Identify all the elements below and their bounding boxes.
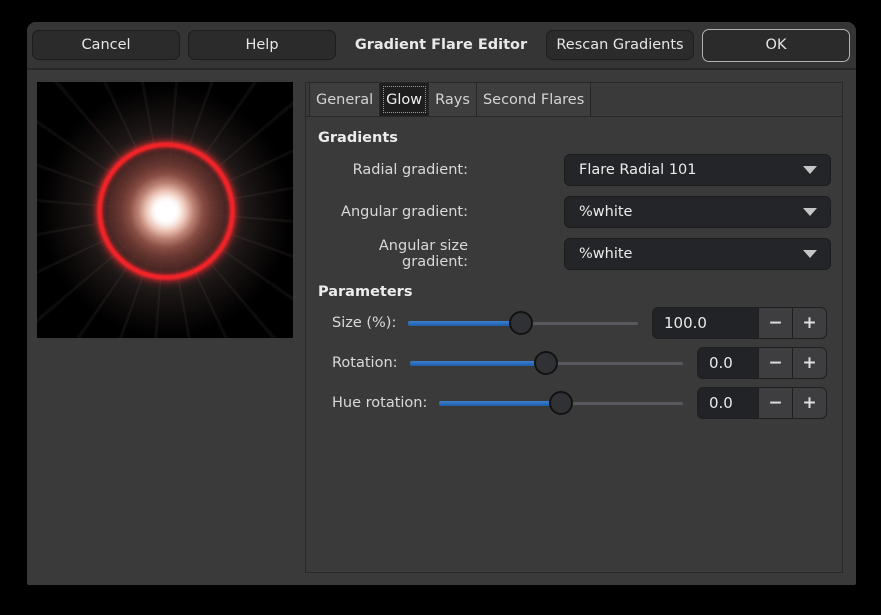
plus-icon: + [802,313,816,333]
angular-size-gradient-value: %white [579,246,632,262]
minus-icon: − [768,393,782,413]
chevron-down-icon [803,250,817,258]
angular-size-gradient-row: Angular size gradient: %white [318,238,831,270]
size-row: Size (%): 100.0 − + [306,308,827,338]
rotation-increment-button[interactable]: + [792,348,826,378]
rotation-row: Rotation: 0.0 − + [306,348,827,378]
hue-rotation-decrement-button[interactable]: − [758,388,792,418]
rotation-decrement-button[interactable]: − [758,348,792,378]
minus-icon: − [768,313,782,333]
size-value-field[interactable]: 100.0 [653,308,758,338]
size-increment-button[interactable]: + [792,308,826,338]
cancel-button[interactable]: Cancel [32,30,180,60]
tab-rays[interactable]: Rays [429,83,477,116]
ok-button[interactable]: OK [702,29,850,62]
tab-bar: General Glow Rays Second Flares [306,83,842,117]
angular-size-gradient-label: Angular size gradient: [318,238,468,270]
size-spinbox: 100.0 − + [652,307,827,339]
hue-rotation-slider-fill [439,401,561,406]
size-slider-knob[interactable] [509,311,533,335]
angular-gradient-value: %white [579,204,632,220]
hue-rotation-increment-button[interactable]: + [792,388,826,418]
chevron-down-icon [803,208,817,216]
settings-notebook: General Glow Rays Second Flares Gradient… [305,82,843,573]
glow-tab-panel: Gradients Radial gradient: Flare Radial … [306,130,842,418]
rescan-gradients-button[interactable]: Rescan Gradients [546,30,694,60]
angular-gradient-row: Angular gradient: %white [318,196,831,228]
radial-gradient-select[interactable]: Flare Radial 101 [564,154,831,186]
minus-icon: − [768,353,782,373]
hue-rotation-slider[interactable] [439,388,683,418]
tab-glow[interactable]: Glow [380,83,429,116]
hue-rotation-label: Hue rotation: [332,395,427,411]
rotation-slider[interactable] [410,348,683,378]
hue-rotation-value-field[interactable]: 0.0 [698,388,758,418]
help-button[interactable]: Help [188,30,336,60]
gradients-heading: Gradients [318,130,842,148]
tab-general[interactable]: General [309,83,380,116]
angular-gradient-label: Angular gradient: [318,204,468,220]
hue-rotation-slider-knob[interactable] [549,391,573,415]
radial-gradient-label: Radial gradient: [318,162,468,178]
hue-rotation-spinbox: 0.0 − + [697,387,827,419]
gradient-flare-editor-window: Cancel Help Gradient Flare Editor Rescan… [27,22,856,585]
size-decrement-button[interactable]: − [758,308,792,338]
rotation-value-field[interactable]: 0.0 [698,348,758,378]
chevron-down-icon [803,166,817,174]
radial-gradient-row: Radial gradient: Flare Radial 101 [318,154,831,186]
size-label: Size (%): [332,315,396,331]
size-slider[interactable] [408,308,638,338]
flare-preview [37,82,293,338]
hue-rotation-row: Hue rotation: 0.0 − + [306,388,827,418]
radial-gradient-value: Flare Radial 101 [579,162,697,178]
rotation-slider-fill [410,361,547,366]
plus-icon: + [802,353,816,373]
rotation-label: Rotation: [332,355,398,371]
dialog-header: Cancel Help Gradient Flare Editor Rescan… [27,22,856,70]
flare-preview-image [37,82,293,338]
rotation-spinbox: 0.0 − + [697,347,827,379]
tab-second-flares[interactable]: Second Flares [477,83,591,116]
plus-icon: + [802,393,816,413]
angular-size-gradient-select[interactable]: %white [564,238,831,270]
angular-gradient-select[interactable]: %white [564,196,831,228]
parameters-heading: Parameters [318,284,842,302]
rotation-slider-knob[interactable] [534,351,558,375]
dialog-title: Gradient Flare Editor [336,37,546,53]
dialog-content: General Glow Rays Second Flares Gradient… [27,70,856,583]
size-slider-fill [408,321,521,326]
